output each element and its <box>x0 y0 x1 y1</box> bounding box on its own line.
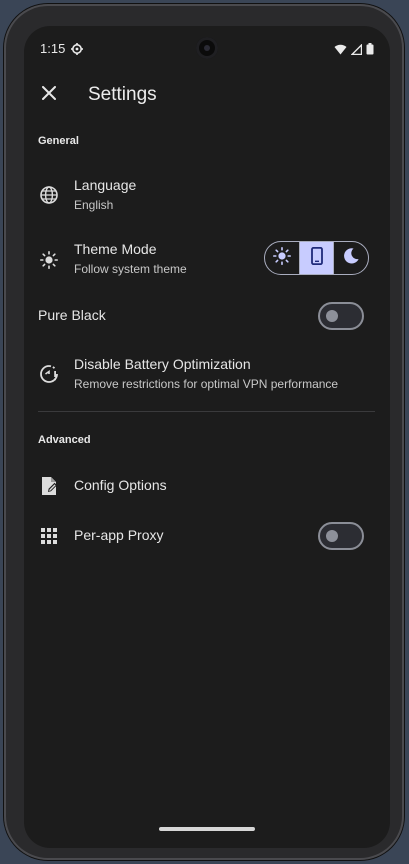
toggle-knob <box>326 530 338 542</box>
settings-status-icon <box>71 42 83 60</box>
config-options-title: Config Options <box>74 477 167 493</box>
screen: 1:15 Settings General Language English T… <box>24 26 390 848</box>
status-bar: 1:15 <box>24 26 390 72</box>
config-options-setting[interactable]: Config Options <box>24 472 390 500</box>
battery-optimization-title: Disable Battery Optimization <box>74 356 251 372</box>
language-value: English <box>74 198 114 212</box>
app-bar: Settings <box>24 72 390 118</box>
language-setting[interactable]: Language English <box>24 174 390 218</box>
theme-mode-title: Theme Mode <box>74 241 157 257</box>
signal-icon <box>350 42 363 60</box>
battery-icon <box>366 42 374 60</box>
battery-optimization-setting[interactable]: Disable Battery Optimization Remove rest… <box>24 352 390 396</box>
camera-cutout <box>196 37 218 59</box>
battery-optimization-icon <box>38 363 60 385</box>
per-app-proxy-setting[interactable]: Per-app Proxy <box>24 520 390 552</box>
pure-black-setting[interactable]: Pure Black <box>24 296 390 336</box>
light-mode-icon <box>272 246 291 270</box>
edit-document-icon <box>38 475 60 497</box>
section-divider <box>38 411 375 412</box>
language-title: Language <box>74 177 137 193</box>
brightness-icon <box>38 249 60 271</box>
pure-black-toggle[interactable] <box>318 302 364 330</box>
pure-black-title: Pure Black <box>38 307 106 323</box>
theme-system-button[interactable] <box>299 242 335 274</box>
section-header-advanced: Advanced <box>38 434 91 446</box>
theme-mode-value: Follow system theme <box>74 262 187 276</box>
wifi-icon <box>334 42 347 60</box>
globe-icon <box>38 184 60 206</box>
theme-mode-selector <box>264 241 369 275</box>
per-app-proxy-toggle[interactable] <box>318 522 364 550</box>
page-title: Settings <box>88 84 157 105</box>
theme-dark-button[interactable] <box>334 242 368 274</box>
battery-optimization-description: Remove restrictions for optimal VPN perf… <box>74 377 339 391</box>
section-header-general: General <box>38 135 79 147</box>
device-frame: 1:15 Settings General Language English T… <box>4 4 404 860</box>
toggle-knob <box>326 310 338 322</box>
gesture-navigation-handle[interactable] <box>159 827 255 831</box>
apps-grid-icon <box>38 525 60 547</box>
theme-light-button[interactable] <box>265 242 300 274</box>
moon-icon <box>342 247 360 270</box>
close-icon <box>42 85 56 105</box>
per-app-proxy-title: Per-app Proxy <box>74 527 164 543</box>
phone-icon <box>310 246 323 270</box>
status-time: 1:15 <box>40 41 66 56</box>
close-button[interactable] <box>36 82 62 108</box>
